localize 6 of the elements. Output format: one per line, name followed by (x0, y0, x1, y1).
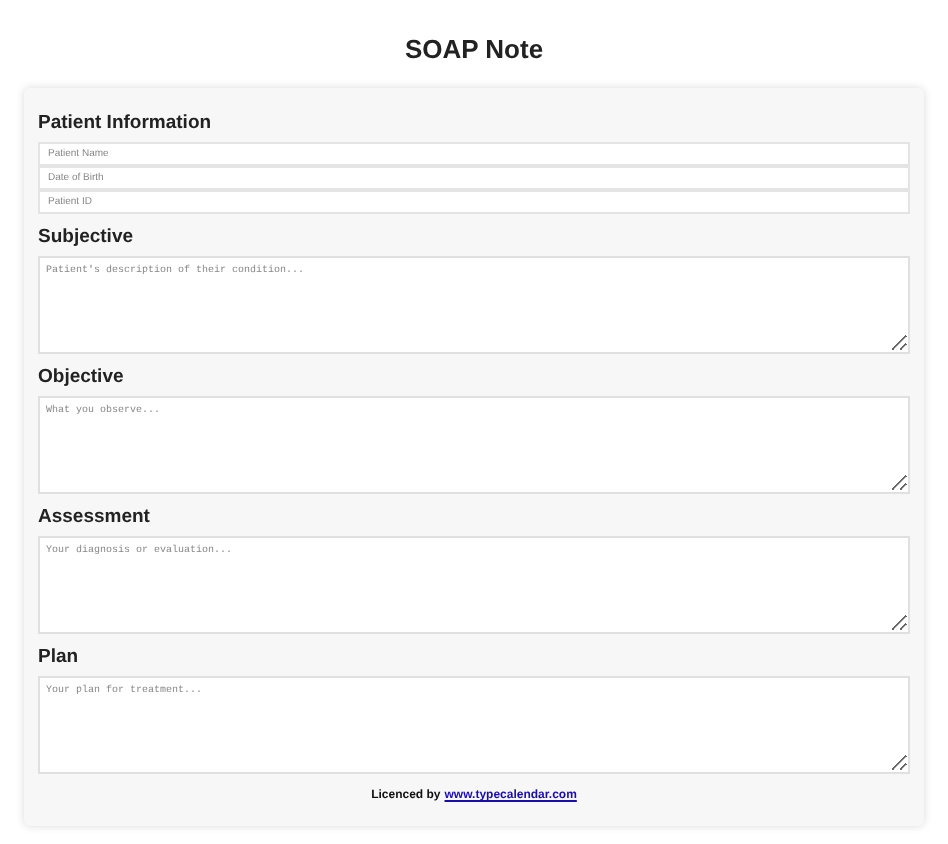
section-heading: Assessment (38, 506, 152, 530)
section-heading: Subjective (38, 226, 136, 250)
page-title: SOAP Note (402, 32, 546, 68)
section-heading: Plan (38, 646, 81, 670)
section-heading: Patient Information (38, 112, 214, 136)
section-heading: Objective (38, 366, 126, 390)
